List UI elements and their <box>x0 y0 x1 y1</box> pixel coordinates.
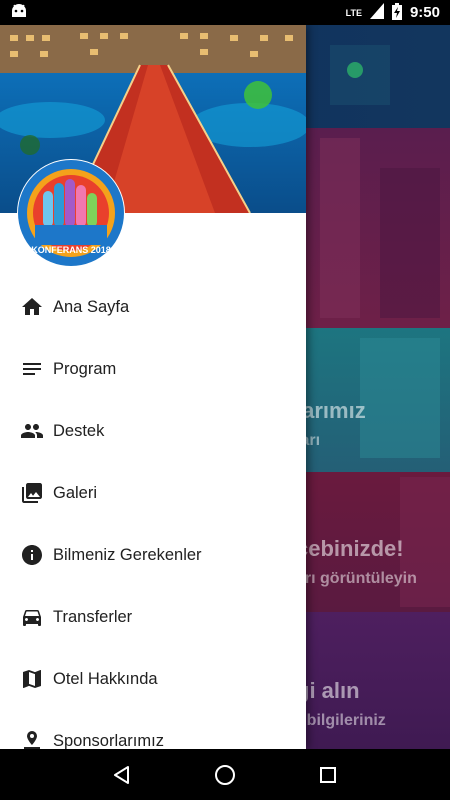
bg-card-title: larımız <box>296 398 366 423</box>
menu-label: Ana Sayfa <box>53 297 130 316</box>
status-bar: LTE 9:50 <box>0 0 450 25</box>
menu-item-transferler[interactable]: Transferler <box>0 586 306 648</box>
menu-item-galeri[interactable]: Galeri <box>0 462 306 524</box>
menu-item-ana-sayfa[interactable]: Ana Sayfa <box>0 276 306 338</box>
car-icon <box>19 604 45 630</box>
lte-label: LTE <box>345 7 362 18</box>
menu-label: Transferler <box>53 607 133 626</box>
clock: 9:50 <box>409 4 440 21</box>
menu-item-destek[interactable]: Destek <box>0 400 306 462</box>
bg-card-subtitle: arı görüntüleyin <box>296 570 417 587</box>
back-icon[interactable] <box>102 755 142 795</box>
conference-logo: KONFERANS 2018 <box>17 159 125 267</box>
battery-charging-icon <box>391 2 402 23</box>
map-icon <box>19 666 45 692</box>
drawer-menu: Ana Sayfa Program Destek Galeri Bilmeniz… <box>0 276 306 749</box>
person-pin-icon <box>19 728 45 749</box>
bg-card-title: cebinizde! <box>296 536 404 561</box>
menu-label: Bilmeniz Gerekenler <box>53 545 202 564</box>
navigation-drawer: KONFERANS 2018 Ana Sayfa Program Destek <box>0 25 306 749</box>
system-nav-bar <box>0 749 450 800</box>
people-icon <box>19 418 45 444</box>
menu-label: Destek <box>53 421 105 440</box>
recents-icon[interactable] <box>308 755 348 795</box>
menu-item-otel-hakkinda[interactable]: Otel Hakkında <box>0 648 306 710</box>
logo-text: KONFERANS 2018 <box>31 245 111 255</box>
menu-label: Sponsorlarımız <box>53 731 164 750</box>
menu-label: Program <box>53 359 117 378</box>
android-icon <box>10 3 28 22</box>
menu-item-program[interactable]: Program <box>0 338 306 400</box>
home-icon <box>19 294 45 320</box>
bg-card-subtitle: r bilgileriniz <box>296 712 386 729</box>
signal-icon <box>369 3 384 22</box>
info-icon <box>19 542 45 568</box>
gallery-icon <box>19 480 45 506</box>
notes-icon <box>19 356 45 382</box>
home-circle-icon[interactable] <box>205 755 245 795</box>
menu-label: Otel Hakkında <box>53 669 158 688</box>
menu-item-bilmeniz-gerekenler[interactable]: Bilmeniz Gerekenler <box>0 524 306 586</box>
menu-label: Galeri <box>53 483 98 502</box>
menu-item-sponsorlarimiz[interactable]: Sponsorlarımız <box>0 710 306 749</box>
